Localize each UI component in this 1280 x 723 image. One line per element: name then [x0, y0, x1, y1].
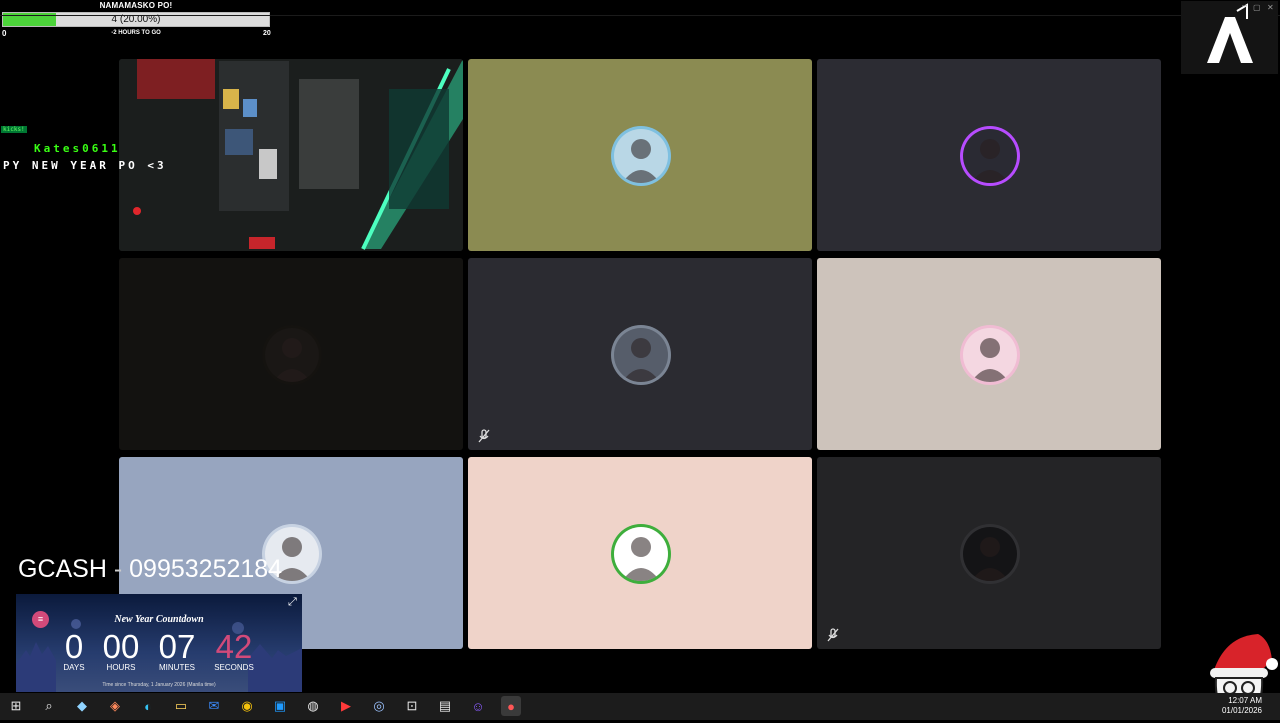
app-icon[interactable]: ◍	[303, 696, 323, 716]
maximize-button[interactable]: ▢	[1253, 3, 1261, 12]
files-icon[interactable]: ▤	[435, 696, 455, 716]
participant-avatar	[614, 527, 668, 581]
system-clock[interactable]: 12:07 AM 01/01/2026	[1222, 696, 1262, 716]
copilot-icon[interactable]: ◆	[72, 696, 92, 716]
donation-goal-widget: NAMAMASKO PO! 4 (20.00%) 0 -2 HOURS TO G…	[0, 0, 272, 40]
muted-mic-icon	[476, 428, 492, 444]
gcash-label: GCASH	[18, 555, 107, 583]
discord-icon[interactable]: ☺	[468, 696, 488, 716]
video-editor-icon[interactable]: ▶	[336, 696, 356, 716]
store-icon[interactable]: ▣	[270, 696, 290, 716]
channel-logo: – ▢ ✕	[1181, 0, 1278, 74]
tile-beige[interactable]	[817, 258, 1161, 450]
windows-start-icon[interactable]: ⊞	[6, 696, 26, 716]
clock-time: 12:07 AM	[1228, 696, 1262, 705]
mail-icon[interactable]: ✉	[204, 696, 224, 716]
obs-icon[interactable]: ●	[501, 696, 521, 716]
tile-muted-man[interactable]	[468, 258, 812, 450]
expand-icon[interactable]: ⤢	[288, 596, 297, 609]
countdown-footer: Time since Thursday, 1 January 2026 (Man…	[102, 682, 216, 688]
steam-icon[interactable]: ◎	[369, 696, 389, 716]
clock-date: 01/01/2026	[1221, 706, 1262, 715]
goal-max: 20	[263, 30, 271, 37]
minimize-button[interactable]: –	[1242, 0, 1247, 10]
microsoft365-icon[interactable]: ◈	[105, 696, 125, 716]
participant-avatar	[963, 328, 1017, 382]
participant-avatar	[963, 129, 1017, 183]
gcash-number: 09953252184	[129, 555, 283, 583]
edge-icon[interactable]: ◐	[138, 696, 158, 716]
app-grid-icon[interactable]: ⊡	[402, 696, 422, 716]
countdown-hours: 00	[102, 628, 140, 665]
participant-avatar	[614, 328, 668, 382]
gcash-donation-label: GCASH - 09953252184	[18, 555, 282, 584]
file-explorer-icon[interactable]: ▭	[171, 696, 191, 716]
tile-camera-shelves[interactable]	[119, 59, 463, 251]
webcam-video	[119, 59, 463, 251]
countdown-seconds: 42	[215, 628, 253, 665]
tile-dark-purple[interactable]	[817, 59, 1161, 251]
days-label: DAYS	[63, 663, 85, 672]
tile-dark-mask[interactable]	[817, 457, 1161, 649]
participant-avatar	[614, 129, 668, 183]
countdown-title: New Year Countdown	[114, 614, 204, 625]
countdown-days: 0	[64, 628, 84, 665]
participant-avatar	[963, 527, 1017, 581]
goal-title: NAMAMASKO PO!	[99, 1, 173, 10]
tile-olive[interactable]	[468, 59, 812, 251]
gcash-separator: -	[113, 555, 123, 583]
goal-remaining: -2 HOURS TO GO	[111, 30, 161, 36]
alert-username: Kates0611	[34, 142, 121, 155]
close-button[interactable]: ✕	[1267, 3, 1274, 12]
tile-dark-woman[interactable]	[119, 258, 463, 450]
tile-pink[interactable]	[468, 457, 812, 649]
title-bar-divider	[0, 15, 1280, 16]
chrome-icon[interactable]: ◉	[237, 696, 257, 716]
participant-avatar	[265, 328, 319, 382]
alert-badge: kicks!	[1, 126, 27, 133]
alert-message: PY NEW YEAR PO <3	[3, 159, 167, 172]
muted-mic-icon	[825, 627, 841, 643]
hours-label: HOURS	[106, 663, 136, 672]
windows-taskbar: ⊞ ⌕ ◆ ◈ ◐ ▭ ✉ ◉ ▣ ◍ ▶ ◎ ⊡ ▤ ☺ ● 12:07 AM 01/01/2026	[0, 693, 1280, 720]
search-icon[interactable]: ⌕	[39, 696, 59, 716]
countdown-minutes: 07	[158, 628, 196, 665]
minutes-label: MINUTES	[159, 663, 195, 672]
new-year-countdown-widget: ≡ ⤢ New Year Countdown 0 00 07 42 DAYS H…	[16, 594, 302, 692]
seconds-label: SECONDS	[214, 663, 254, 672]
